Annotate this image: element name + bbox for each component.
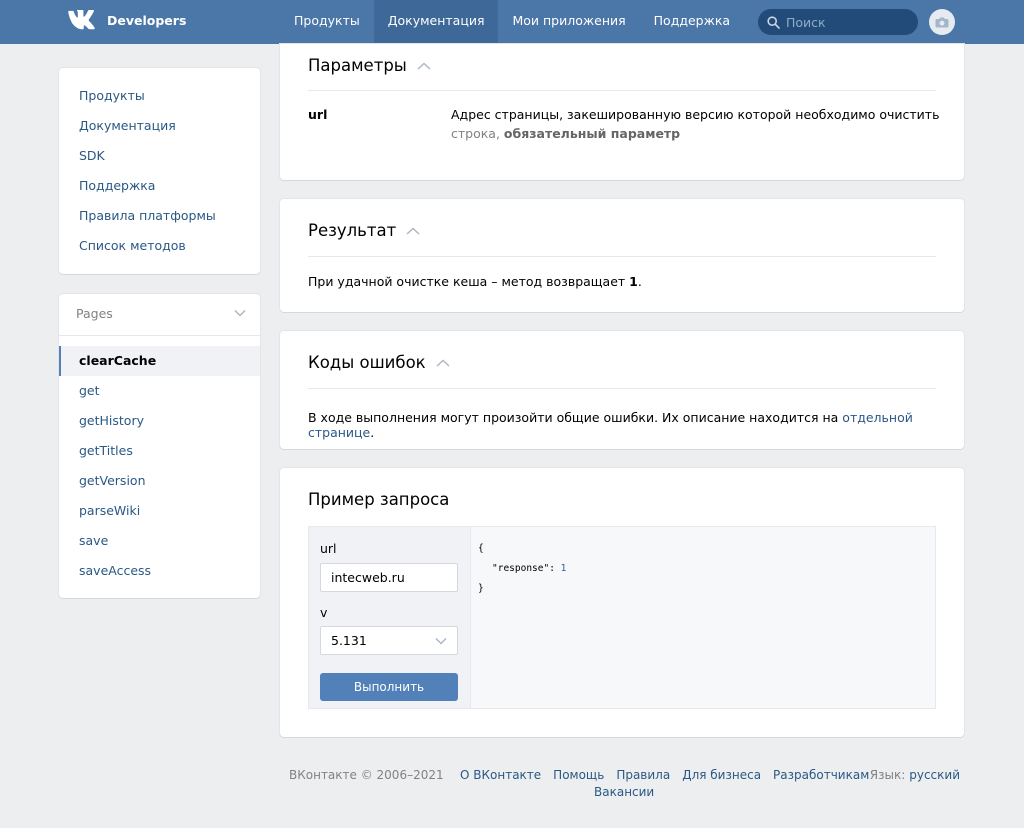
language-link[interactable]: русский (909, 768, 960, 782)
camera-icon (935, 17, 949, 27)
footer-link-developers[interactable]: Разработчикам (773, 768, 869, 782)
side-menu-products[interactable]: Продукты (59, 81, 260, 111)
side-menu: Продукты Документация SDK Поддержка Прав… (59, 68, 260, 274)
code-key: "response": (492, 563, 555, 574)
footer-link-about[interactable]: О ВКонтакте (460, 768, 541, 782)
language: Язык: русский (870, 768, 960, 782)
divider (308, 90, 936, 91)
pages-header[interactable]: Pages (59, 294, 260, 336)
errors-text: В ходе выполнения могут произойти общие … (308, 410, 964, 440)
page-item-getversion[interactable]: getVersion (59, 466, 260, 496)
page-item-parsewiki[interactable]: parseWiki (59, 496, 260, 526)
side-menu-method-list[interactable]: Список методов (59, 231, 260, 261)
search-input[interactable] (786, 14, 906, 30)
code-open-brace: { (478, 543, 484, 554)
example-box: url intecweb.ru v 5.131 Выполнить { "res… (308, 526, 936, 709)
errors-title[interactable]: Коды ошибок (308, 353, 450, 372)
pages-panel: Pages clearCache get getHistory getTitle… (59, 294, 260, 598)
vk-logo[interactable]: Developers (67, 10, 186, 30)
example-title: Пример запроса (308, 490, 450, 509)
run-button[interactable]: Выполнить (320, 673, 458, 701)
params-section: Параметры url Адрес страницы, закеширова… (280, 44, 964, 180)
footer-link-business[interactable]: Для бизнеса (682, 768, 761, 782)
pages-title: Pages (76, 306, 113, 321)
code-close-brace: } (478, 583, 484, 594)
page-item-saveaccess[interactable]: saveAccess (59, 556, 260, 586)
page-item-gethistory[interactable]: getHistory (59, 406, 260, 436)
url-input[interactable]: intecweb.ru (320, 563, 458, 592)
result-title-text: Результат (308, 221, 397, 240)
chevron-down-icon (435, 637, 447, 645)
footer-link-rules[interactable]: Правила (616, 768, 670, 782)
side-menu-sdk[interactable]: SDK (59, 141, 260, 171)
search-box[interactable] (758, 9, 918, 35)
main-nav: Продукты Документация Мои приложения Под… (280, 0, 744, 44)
result-text-body: При удачной очистке кеша – метод возвращ… (308, 274, 626, 289)
errors-section: Коды ошибок В ходе выполнения могут прои… (280, 331, 964, 449)
param-required: обязательный параметр (503, 126, 681, 141)
param-type: строка, обязательный параметр (451, 126, 680, 141)
example-form: url intecweb.ru v 5.131 Выполнить (309, 527, 471, 708)
search-icon (767, 15, 780, 29)
nav-my-apps[interactable]: Мои приложения (498, 0, 639, 44)
avatar[interactable] (929, 9, 955, 35)
chevron-up-icon (406, 226, 420, 235)
errors-suffix: . (370, 425, 375, 440)
vk-logo-icon (68, 10, 95, 30)
params-title[interactable]: Параметры (308, 56, 431, 75)
param-description: Адрес страницы, закешированную версию ко… (451, 107, 940, 122)
result-suffix: . (637, 274, 642, 289)
result-text: При удачной очистке кеша – метод возвращ… (308, 274, 642, 289)
param-name: url (308, 107, 328, 122)
errors-title-text: Коды ошибок (308, 353, 426, 372)
version-select[interactable]: 5.131 (320, 626, 458, 655)
top-header: Developers Продукты Документация Мои при… (0, 0, 1024, 44)
side-menu-documentation[interactable]: Документация (59, 111, 260, 141)
v-label: v (320, 605, 328, 620)
divider (308, 256, 936, 257)
url-label: url (320, 541, 337, 556)
footer-link-vacancies[interactable]: Вакансии (594, 785, 654, 799)
errors-text-body: В ходе выполнения могут произойти общие … (308, 410, 839, 425)
footer-link-help[interactable]: Помощь (553, 768, 604, 782)
result-value: 1 (629, 274, 638, 289)
copyright: ВКонтакте © 2006–2021 (289, 768, 444, 782)
chevron-up-icon (417, 61, 431, 70)
params-title-text: Параметры (308, 56, 407, 75)
nav-products[interactable]: Продукты (280, 0, 374, 44)
chevron-down-icon (234, 309, 246, 317)
example-section: Пример запроса url intecweb.ru v 5.131 В… (280, 468, 964, 737)
logo-text: Developers (107, 12, 187, 28)
version-value: 5.131 (331, 633, 367, 648)
pages-list: clearCache get getHistory getTitles getV… (59, 336, 260, 586)
page-item-clearcache[interactable]: clearCache (59, 346, 260, 376)
page-item-gettitles[interactable]: getTitles (59, 436, 260, 466)
nav-support[interactable]: Поддержка (640, 0, 744, 44)
param-type-text: строка, (451, 126, 500, 141)
result-section: Результат При удачной очистке кеша – мет… (280, 199, 964, 312)
code-response-line: "response": 1 (478, 559, 928, 579)
divider (308, 388, 936, 389)
language-label: Язык: (869, 768, 906, 782)
page-item-get[interactable]: get (59, 376, 260, 406)
nav-documentation[interactable]: Документация (373, 0, 499, 44)
page-item-save[interactable]: save (59, 526, 260, 556)
footer-links: О ВКонтакте Помощь Правила Для бизнеса Р… (460, 768, 881, 782)
result-title[interactable]: Результат (308, 221, 420, 240)
side-menu-platform-rules[interactable]: Правила платформы (59, 201, 260, 231)
code-value: 1 (560, 563, 567, 574)
chevron-up-icon (436, 358, 450, 367)
response-code: { "response": 1 } (471, 527, 935, 708)
side-menu-support[interactable]: Поддержка (59, 171, 260, 201)
